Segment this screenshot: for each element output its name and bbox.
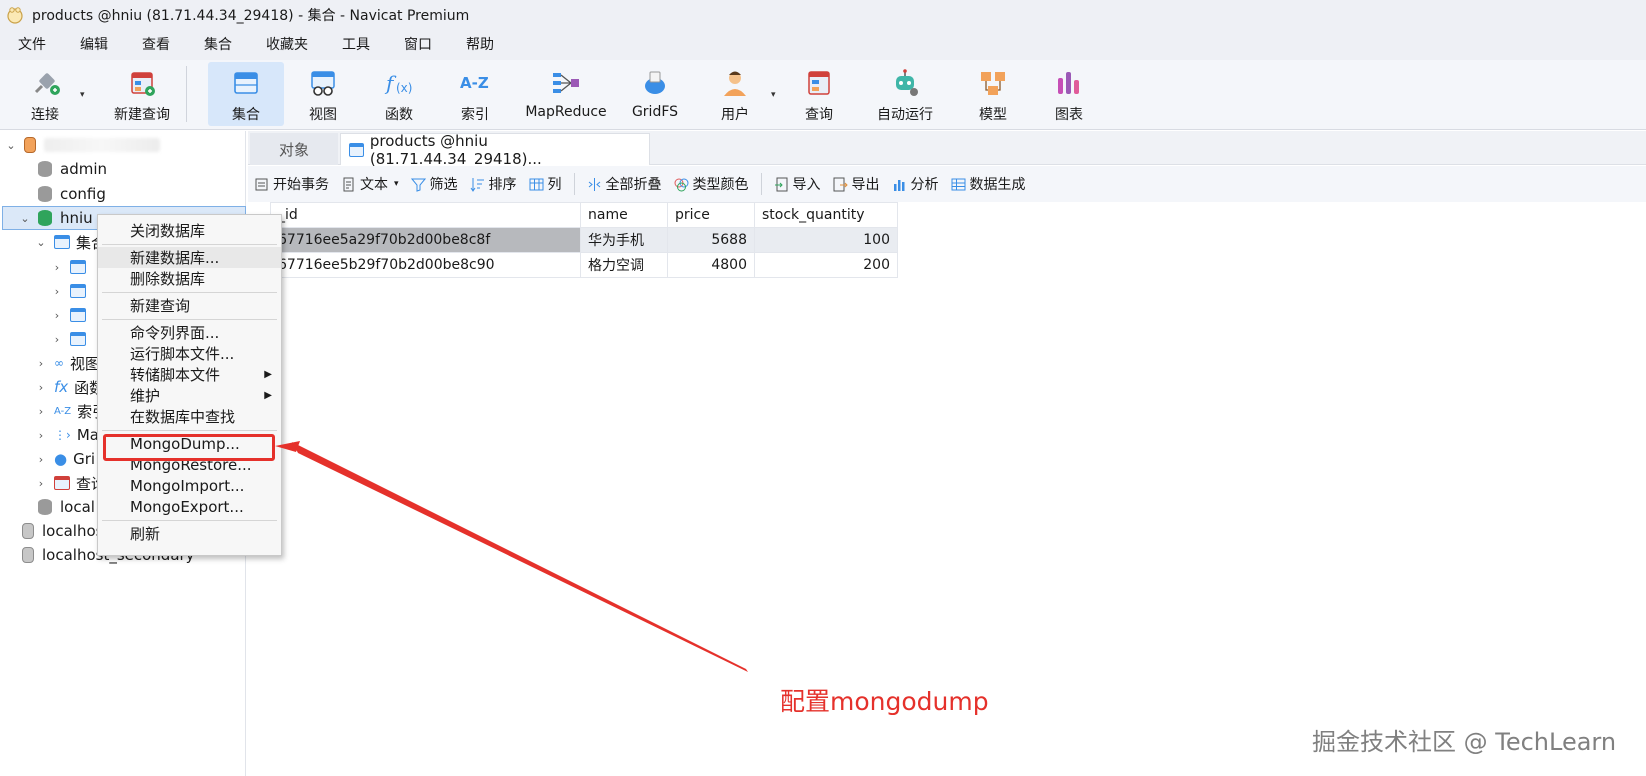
annotation-arrow <box>275 441 748 672</box>
watermark: 掘金技术社区 @ TechLearn <box>1312 728 1617 756</box>
annotation-label: 配置mongodump <box>780 687 989 716</box>
arrow-shaft <box>292 442 748 672</box>
